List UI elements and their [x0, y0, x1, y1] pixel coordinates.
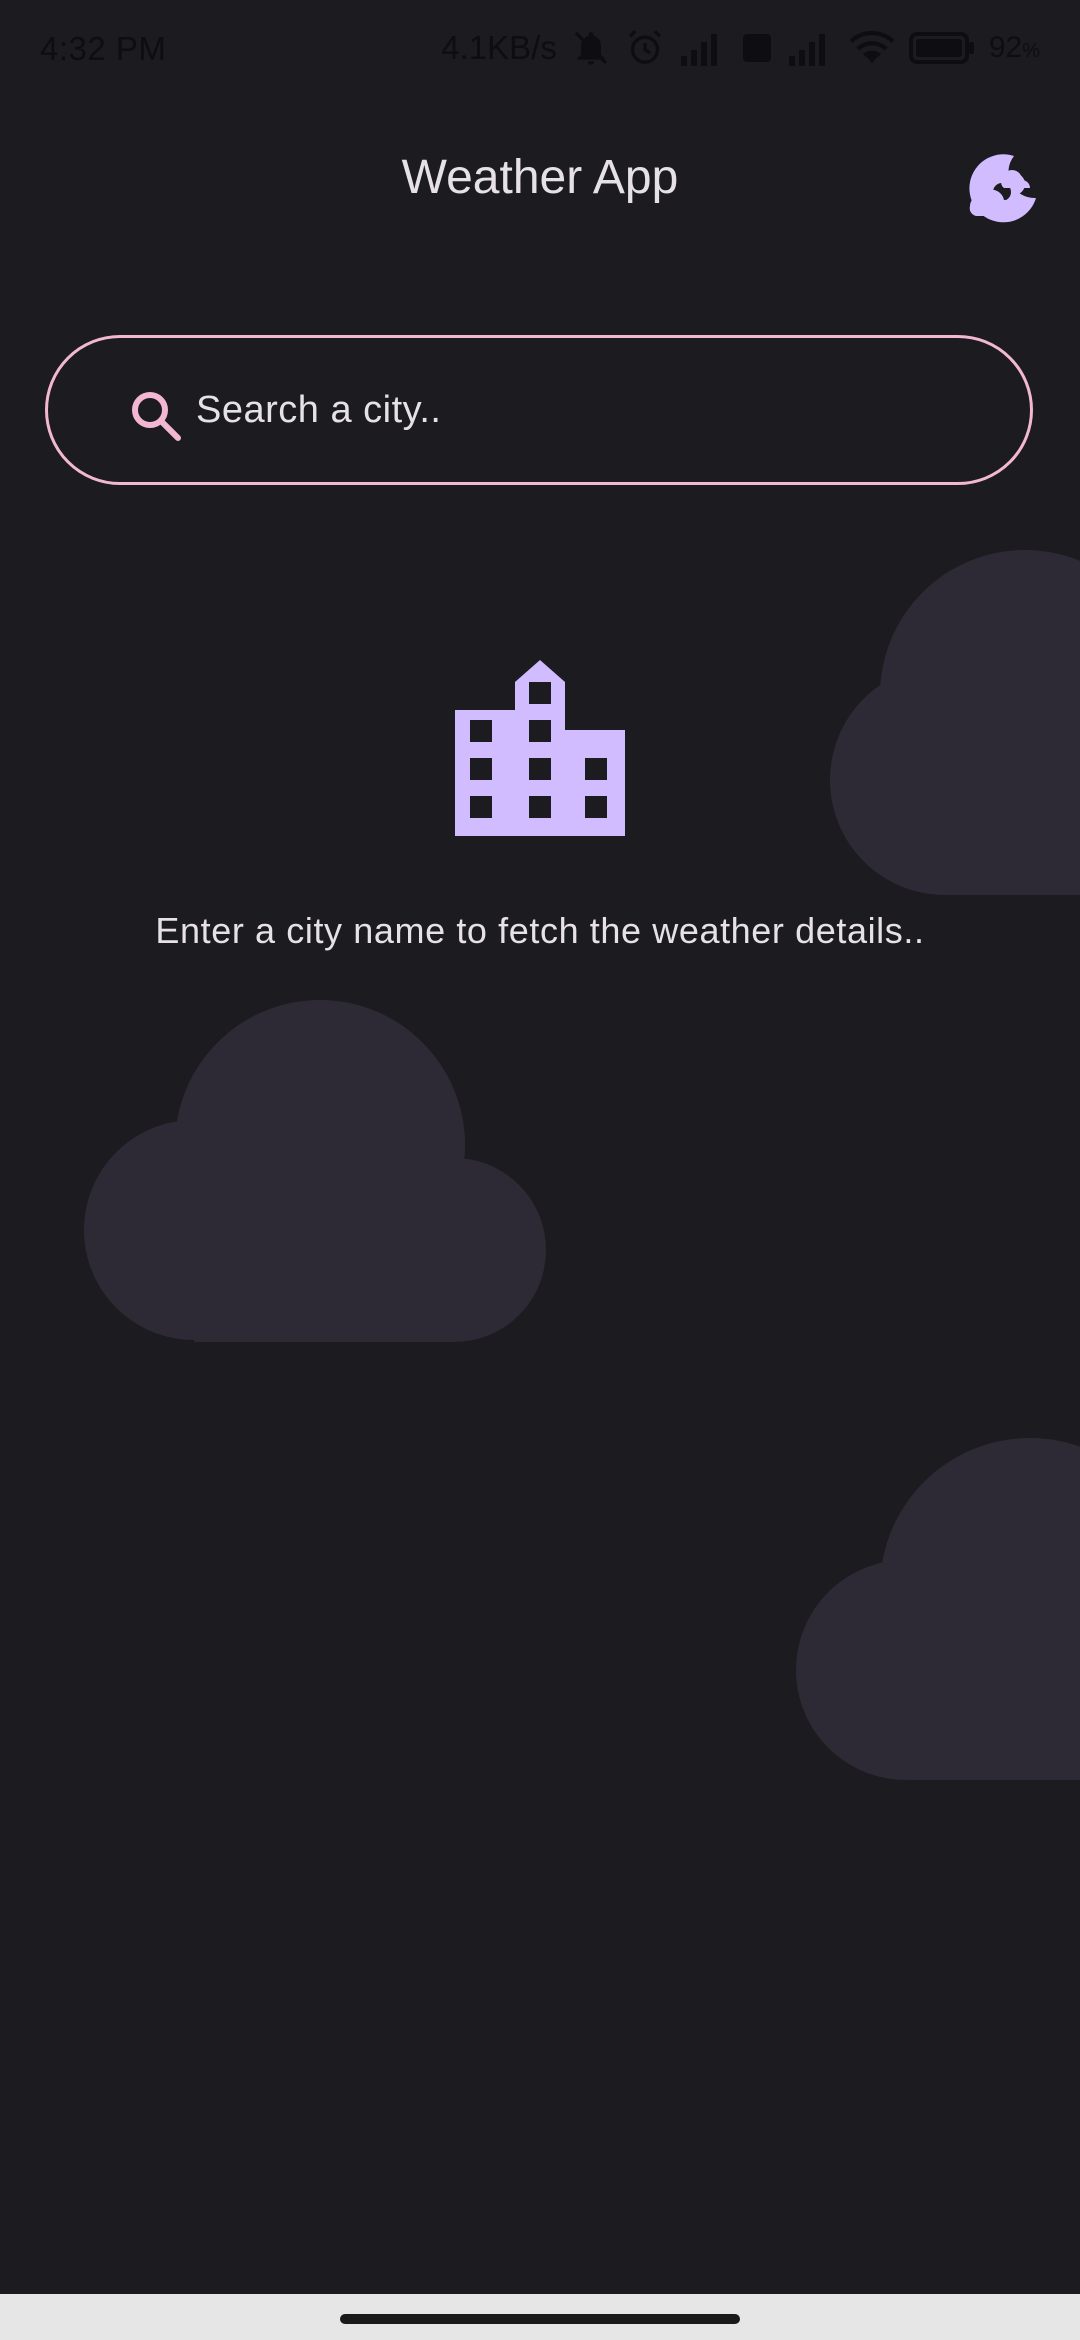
- wifi-icon: [849, 29, 895, 67]
- status-bar: 4:32 PM 4.1KB/s 92%: [0, 0, 1080, 100]
- battery-percent: 92%: [989, 31, 1040, 65]
- empty-state-message: Enter a city name to fetch the weather d…: [155, 910, 925, 951]
- battery-percent-unit: %: [1022, 40, 1040, 62]
- search-bar[interactable]: [45, 335, 1033, 485]
- battery-icon: [908, 32, 975, 64]
- theme-toggle-button[interactable]: [962, 146, 1042, 226]
- app-screen: 4:32 PM 4.1KB/s 92% Weather App Search a…: [0, 0, 1080, 2340]
- network-speed: 4.1KB/s: [441, 29, 557, 66]
- page-title: Weather App: [401, 151, 679, 204]
- location-city-icon: [455, 660, 625, 836]
- dark-mode-icon: [969, 154, 1036, 223]
- alarm-icon: [625, 28, 665, 68]
- bell-muted-icon: [571, 28, 611, 68]
- status-time: 4:32 PM: [40, 30, 167, 67]
- status-icons: 4.1KB/s 92%: [441, 28, 1040, 68]
- search-input[interactable]: [188, 368, 996, 452]
- signal-icon: [679, 30, 727, 66]
- volte-icon: [741, 30, 773, 66]
- navigation-bar: [0, 2294, 1080, 2340]
- cloud-shape: [84, 1000, 546, 1342]
- cloud-shape: [796, 1438, 1080, 1780]
- cloud-shape: [830, 550, 1080, 895]
- signal-icon-2: [787, 30, 835, 66]
- search-icon[interactable]: [128, 388, 184, 444]
- battery-percent-value: 92: [988, 31, 1023, 64]
- home-gesture-handle[interactable]: [340, 2314, 740, 2324]
